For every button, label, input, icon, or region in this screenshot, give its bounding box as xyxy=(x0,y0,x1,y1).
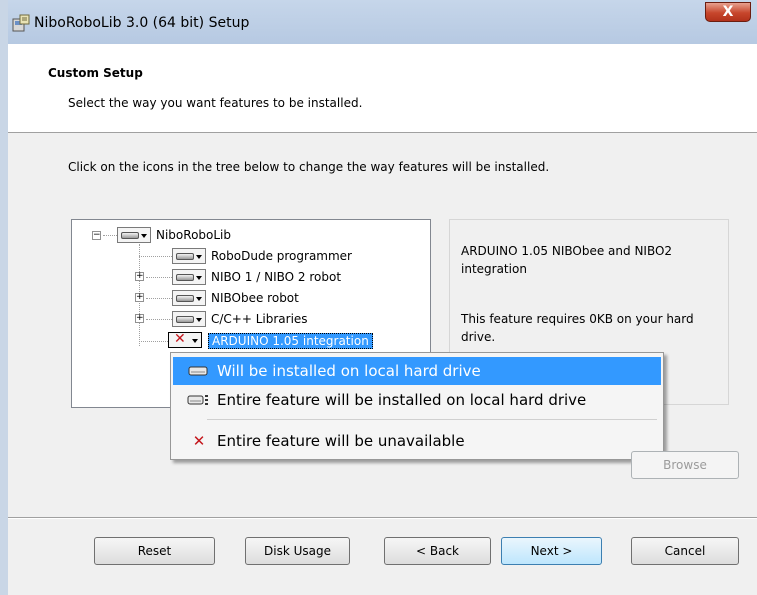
disk-usage-button-label: Disk Usage xyxy=(264,544,331,558)
tree-item-robodude[interactable]: RoboDude programmer xyxy=(211,246,352,266)
tree-line xyxy=(146,319,172,320)
hard-drive-icon xyxy=(176,316,194,323)
instruction-text: Click on the icons in the tree below to … xyxy=(68,160,550,174)
window-title: NiboRoboLib 3.0 (64 bit) Setup xyxy=(34,15,250,31)
header-banner: Custom Setup Select the way you want fea… xyxy=(8,44,757,133)
menu-separator xyxy=(207,419,657,420)
hard-drive-icon xyxy=(176,295,194,302)
feature-state-dropdown-libraries[interactable] xyxy=(172,311,206,327)
feature-state-dropdown-robodude[interactable] xyxy=(172,248,206,264)
tree-item-nibobee[interactable]: NIBObee robot xyxy=(211,288,299,308)
feature-requirement: This feature requires 0KB on your hard d… xyxy=(461,312,694,344)
feature-description: ARDUINO 1.05 NIBObee and NIBO2 integrati… xyxy=(461,244,673,276)
hard-drive-icon xyxy=(121,232,139,239)
feature-state-dropdown-root[interactable] xyxy=(117,227,151,243)
hard-drive-icon xyxy=(176,253,194,260)
expand-toggle-nibobee[interactable]: + xyxy=(135,293,144,302)
reset-button-label: Reset xyxy=(137,544,172,558)
title-bar[interactable]: NiboRoboLib 3.0 (64 bit) Setup X xyxy=(8,0,757,44)
back-button-label: < Back xyxy=(415,544,459,558)
feature-state-dropdown-nibobee[interactable] xyxy=(172,290,206,306)
tree-item-nibo[interactable]: NIBO 1 / NIBO 2 robot xyxy=(211,267,341,287)
expand-toggle-libraries[interactable]: + xyxy=(135,314,144,323)
tree-item-root[interactable]: NiboRoboLib xyxy=(156,225,231,245)
tree-item-arduino[interactable]: ARDUINO 1.05 integration xyxy=(208,331,373,351)
tree-item-libraries[interactable]: C/C++ Libraries xyxy=(211,309,308,329)
menu-item-unavailable-label: Entire feature will be unavailable xyxy=(217,432,465,450)
footer-divider xyxy=(8,517,757,519)
dropdown-arrow-icon xyxy=(196,255,202,259)
feature-state-menu: Will be installed on local hard drive En… xyxy=(170,352,664,460)
dropdown-arrow-icon xyxy=(141,234,147,238)
tree-line xyxy=(139,341,168,342)
feature-state-dropdown-nibo[interactable] xyxy=(172,269,206,285)
hard-drive-icon xyxy=(176,274,194,281)
hard-drive-icon xyxy=(188,366,208,376)
dropdown-arrow-icon xyxy=(196,318,202,322)
page-subtitle: Select the way you want features to be i… xyxy=(68,96,363,110)
setup-window: NiboRoboLib 3.0 (64 bit) Setup X Custom … xyxy=(0,0,757,595)
tree-line xyxy=(146,277,172,278)
dropdown-arrow-icon xyxy=(196,276,202,280)
menu-item-unavailable[interactable]: ✕ Entire feature will be unavailable xyxy=(173,427,661,455)
unavailable-x-icon: ✕ xyxy=(192,432,206,450)
next-button[interactable]: Next > xyxy=(501,537,602,565)
menu-item-install-local-label: Will be installed on local hard drive xyxy=(217,362,481,380)
expand-toggle-nibo[interactable]: + xyxy=(135,272,144,281)
back-button[interactable]: < Back xyxy=(384,537,491,565)
unavailable-x-icon: ✕ xyxy=(174,331,186,347)
browse-button[interactable]: Browse xyxy=(631,451,739,479)
tree-line xyxy=(146,298,172,299)
tree-item-arduino-label: ARDUINO 1.05 integration xyxy=(208,333,373,349)
next-button-label: Next > xyxy=(530,544,573,558)
hard-drive-entire-icon xyxy=(187,395,208,405)
disk-usage-button[interactable]: Disk Usage xyxy=(245,537,350,565)
installer-icon xyxy=(12,14,30,32)
cancel-button[interactable]: Cancel xyxy=(631,537,739,565)
menu-item-install-entire-label: Entire feature will be installed on loca… xyxy=(217,391,587,409)
dropdown-arrow-icon xyxy=(192,339,198,343)
collapse-toggle-root[interactable]: − xyxy=(92,231,101,240)
browse-button-label: Browse xyxy=(663,458,707,472)
tree-line xyxy=(139,256,172,257)
feature-state-dropdown-arduino[interactable]: ✕ xyxy=(168,331,202,348)
page-title: Custom Setup xyxy=(48,66,143,80)
reset-button[interactable]: Reset xyxy=(94,537,215,565)
menu-item-install-local[interactable]: Will be installed on local hard drive xyxy=(173,357,661,385)
cancel-button-label: Cancel xyxy=(664,544,706,558)
close-button[interactable]: X xyxy=(705,2,751,22)
dropdown-arrow-icon xyxy=(196,297,202,301)
tree-line xyxy=(103,235,117,236)
menu-item-install-entire[interactable]: Entire feature will be installed on loca… xyxy=(173,386,661,414)
